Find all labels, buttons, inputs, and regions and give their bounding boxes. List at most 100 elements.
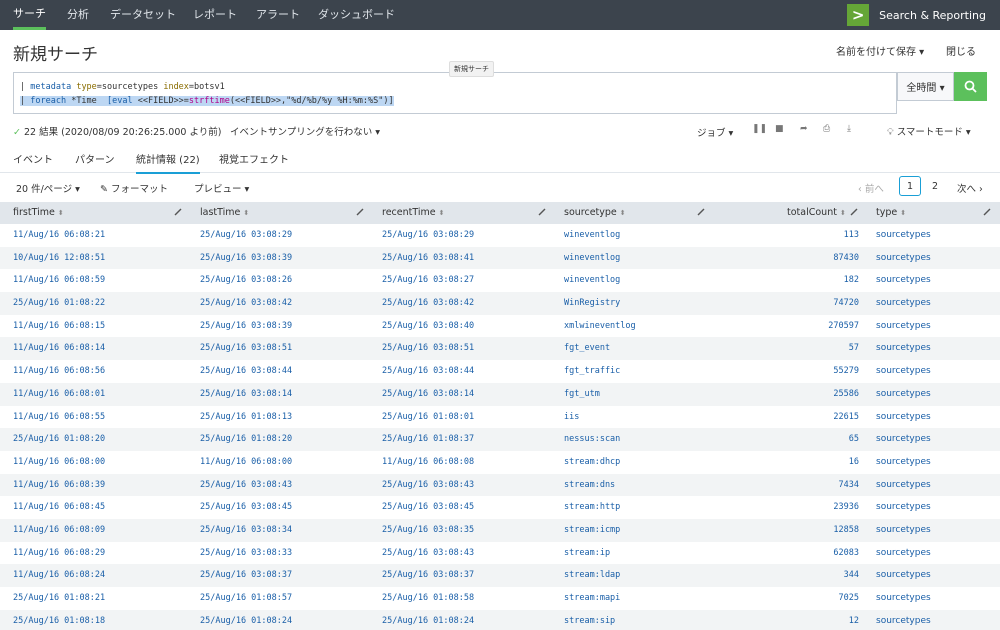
export-icon[interactable]: ⤓ bbox=[847, 124, 851, 134]
cell-firsttime[interactable]: 25/Aug/16 01:08:21 bbox=[13, 587, 105, 610]
cell-totalcount[interactable]: 87430 bbox=[833, 247, 859, 270]
search-query-input[interactable]: | metadata type=sourcetypes index=botsv1… bbox=[13, 72, 897, 114]
app-brand[interactable]: > Search & Reporting bbox=[847, 0, 1000, 30]
cell-type[interactable]: sourcetypes bbox=[876, 269, 931, 292]
tab-events[interactable]: イベント bbox=[13, 151, 53, 166]
cell-lasttime[interactable]: 25/Aug/16 03:08:33 bbox=[200, 542, 292, 565]
cell-firsttime[interactable]: 11/Aug/16 06:08:15 bbox=[13, 315, 105, 338]
cell-sourcetype[interactable]: WinRegistry bbox=[564, 292, 620, 315]
cell-recenttime[interactable]: 25/Aug/16 03:08:40 bbox=[382, 315, 474, 338]
stop-icon[interactable]: ■ bbox=[775, 124, 784, 134]
cell-firsttime[interactable]: 25/Aug/16 01:08:20 bbox=[13, 428, 105, 451]
cell-recenttime[interactable]: 25/Aug/16 03:08:29 bbox=[382, 224, 474, 247]
edit-column-icon[interactable] bbox=[696, 207, 706, 217]
cell-lasttime[interactable]: 25/Aug/16 01:08:57 bbox=[200, 587, 292, 610]
cell-firsttime[interactable]: 10/Aug/16 12:08:51 bbox=[13, 247, 105, 270]
nav-tab-analysis[interactable]: 分析 bbox=[67, 0, 89, 30]
cell-type[interactable]: sourcetypes bbox=[876, 564, 931, 587]
cell-sourcetype[interactable]: fgt_event bbox=[564, 337, 610, 360]
cell-totalcount[interactable]: 12 bbox=[849, 610, 859, 630]
cell-sourcetype[interactable]: wineventlog bbox=[564, 247, 620, 270]
cell-type[interactable]: sourcetypes bbox=[876, 496, 931, 519]
nav-tab-datasets[interactable]: データセット bbox=[110, 0, 176, 30]
cell-totalcount[interactable]: 57 bbox=[849, 337, 859, 360]
cell-sourcetype[interactable]: stream:http bbox=[564, 496, 620, 519]
prev-page-button[interactable]: ‹ 前へ bbox=[858, 181, 884, 195]
cell-sourcetype[interactable]: stream:ldap bbox=[564, 564, 620, 587]
cell-firsttime[interactable]: 11/Aug/16 06:08:14 bbox=[13, 337, 105, 360]
cell-totalcount[interactable]: 7434 bbox=[839, 474, 859, 497]
cell-recenttime[interactable]: 25/Aug/16 03:08:41 bbox=[382, 247, 474, 270]
column-header-firsttime[interactable]: firstTime ⬍ bbox=[13, 202, 64, 224]
edit-column-icon[interactable] bbox=[537, 207, 547, 217]
cell-sourcetype[interactable]: nessus:scan bbox=[564, 428, 620, 451]
cell-lasttime[interactable]: 11/Aug/16 06:08:00 bbox=[200, 451, 292, 474]
column-header-recenttime[interactable]: recentTime ⬍ bbox=[382, 202, 444, 224]
cell-type[interactable]: sourcetypes bbox=[876, 292, 931, 315]
column-header-type[interactable]: type ⬍ bbox=[876, 202, 906, 224]
cell-recenttime[interactable]: 25/Aug/16 03:08:42 bbox=[382, 292, 474, 315]
event-sampling-dropdown[interactable]: イベントサンプリングを行わない ▾ bbox=[230, 124, 380, 138]
cell-sourcetype[interactable]: fgt_utm bbox=[564, 383, 600, 406]
cell-sourcetype[interactable]: stream:dhcp bbox=[564, 451, 620, 474]
cell-firsttime[interactable]: 11/Aug/16 06:08:39 bbox=[13, 474, 105, 497]
search-button[interactable] bbox=[954, 72, 987, 101]
cell-lasttime[interactable]: 25/Aug/16 03:08:43 bbox=[200, 474, 292, 497]
tab-visualization[interactable]: 視覚エフェクト bbox=[219, 151, 289, 166]
cell-sourcetype[interactable]: stream:dns bbox=[564, 474, 615, 497]
cell-firsttime[interactable]: 25/Aug/16 01:08:22 bbox=[13, 292, 105, 315]
save-as-button[interactable]: 名前を付けて保存 ▾ bbox=[836, 43, 924, 58]
cell-firsttime[interactable]: 11/Aug/16 06:08:45 bbox=[13, 496, 105, 519]
edit-column-icon[interactable] bbox=[355, 207, 365, 217]
cell-sourcetype[interactable]: stream:icmp bbox=[564, 519, 620, 542]
nav-tab-reports[interactable]: レポート bbox=[193, 0, 237, 30]
cell-type[interactable]: sourcetypes bbox=[876, 519, 931, 542]
cell-totalcount[interactable]: 55279 bbox=[833, 360, 859, 383]
cell-totalcount[interactable]: 344 bbox=[844, 564, 859, 587]
cell-firsttime[interactable]: 11/Aug/16 06:08:00 bbox=[13, 451, 105, 474]
cell-totalcount[interactable]: 12858 bbox=[833, 519, 859, 542]
cell-recenttime[interactable]: 25/Aug/16 03:08:43 bbox=[382, 542, 474, 565]
cell-sourcetype[interactable]: xmlwineventlog bbox=[564, 315, 636, 338]
cell-recenttime[interactable]: 25/Aug/16 03:08:44 bbox=[382, 360, 474, 383]
cell-recenttime[interactable]: 25/Aug/16 01:08:01 bbox=[382, 406, 474, 429]
cell-type[interactable]: sourcetypes bbox=[876, 610, 931, 630]
cell-type[interactable]: sourcetypes bbox=[876, 315, 931, 338]
cell-firsttime[interactable]: 11/Aug/16 06:08:21 bbox=[13, 224, 105, 247]
cell-totalcount[interactable]: 25586 bbox=[833, 383, 859, 406]
cell-recenttime[interactable]: 25/Aug/16 03:08:51 bbox=[382, 337, 474, 360]
cell-firsttime[interactable]: 11/Aug/16 06:08:29 bbox=[13, 542, 105, 565]
cell-type[interactable]: sourcetypes bbox=[876, 406, 931, 429]
cell-lasttime[interactable]: 25/Aug/16 03:08:44 bbox=[200, 360, 292, 383]
job-menu[interactable]: ジョブ ▾ bbox=[697, 125, 733, 139]
cell-recenttime[interactable]: 25/Aug/16 01:08:24 bbox=[382, 610, 474, 630]
cell-type[interactable]: sourcetypes bbox=[876, 542, 931, 565]
tab-statistics[interactable]: 統計情報 (22) bbox=[136, 151, 200, 174]
cell-lasttime[interactable]: 25/Aug/16 03:08:51 bbox=[200, 337, 292, 360]
page-2-button[interactable]: 2 bbox=[924, 176, 946, 196]
cell-type[interactable]: sourcetypes bbox=[876, 247, 931, 270]
cell-sourcetype[interactable]: wineventlog bbox=[564, 269, 620, 292]
share-icon[interactable]: ➦ bbox=[800, 124, 808, 134]
cell-type[interactable]: sourcetypes bbox=[876, 360, 931, 383]
cell-totalcount[interactable]: 270597 bbox=[828, 315, 859, 338]
cell-totalcount[interactable]: 74720 bbox=[833, 292, 859, 315]
column-header-lasttime[interactable]: lastTime ⬍ bbox=[200, 202, 249, 224]
cell-totalcount[interactable]: 22615 bbox=[833, 406, 859, 429]
column-header-sourcetype[interactable]: sourcetype ⬍ bbox=[564, 202, 626, 224]
preview-dropdown[interactable]: プレビュー ▾ bbox=[194, 181, 249, 195]
edit-column-icon[interactable] bbox=[173, 207, 183, 217]
cell-recenttime[interactable]: 25/Aug/16 03:08:35 bbox=[382, 519, 474, 542]
cell-lasttime[interactable]: 25/Aug/16 03:08:45 bbox=[200, 496, 292, 519]
cell-firsttime[interactable]: 25/Aug/16 01:08:18 bbox=[13, 610, 105, 630]
cell-totalcount[interactable]: 23936 bbox=[833, 496, 859, 519]
per-page-dropdown[interactable]: 20 件/ページ ▾ bbox=[16, 181, 80, 195]
cell-type[interactable]: sourcetypes bbox=[876, 224, 931, 247]
nav-tab-alerts[interactable]: アラート bbox=[256, 0, 300, 30]
cell-lasttime[interactable]: 25/Aug/16 03:08:39 bbox=[200, 315, 292, 338]
cell-lasttime[interactable]: 25/Aug/16 03:08:37 bbox=[200, 564, 292, 587]
cell-firsttime[interactable]: 11/Aug/16 06:08:55 bbox=[13, 406, 105, 429]
cell-lasttime[interactable]: 25/Aug/16 03:08:14 bbox=[200, 383, 292, 406]
print-icon[interactable]: ⎙ bbox=[823, 124, 830, 134]
tab-patterns[interactable]: パターン bbox=[75, 151, 115, 166]
